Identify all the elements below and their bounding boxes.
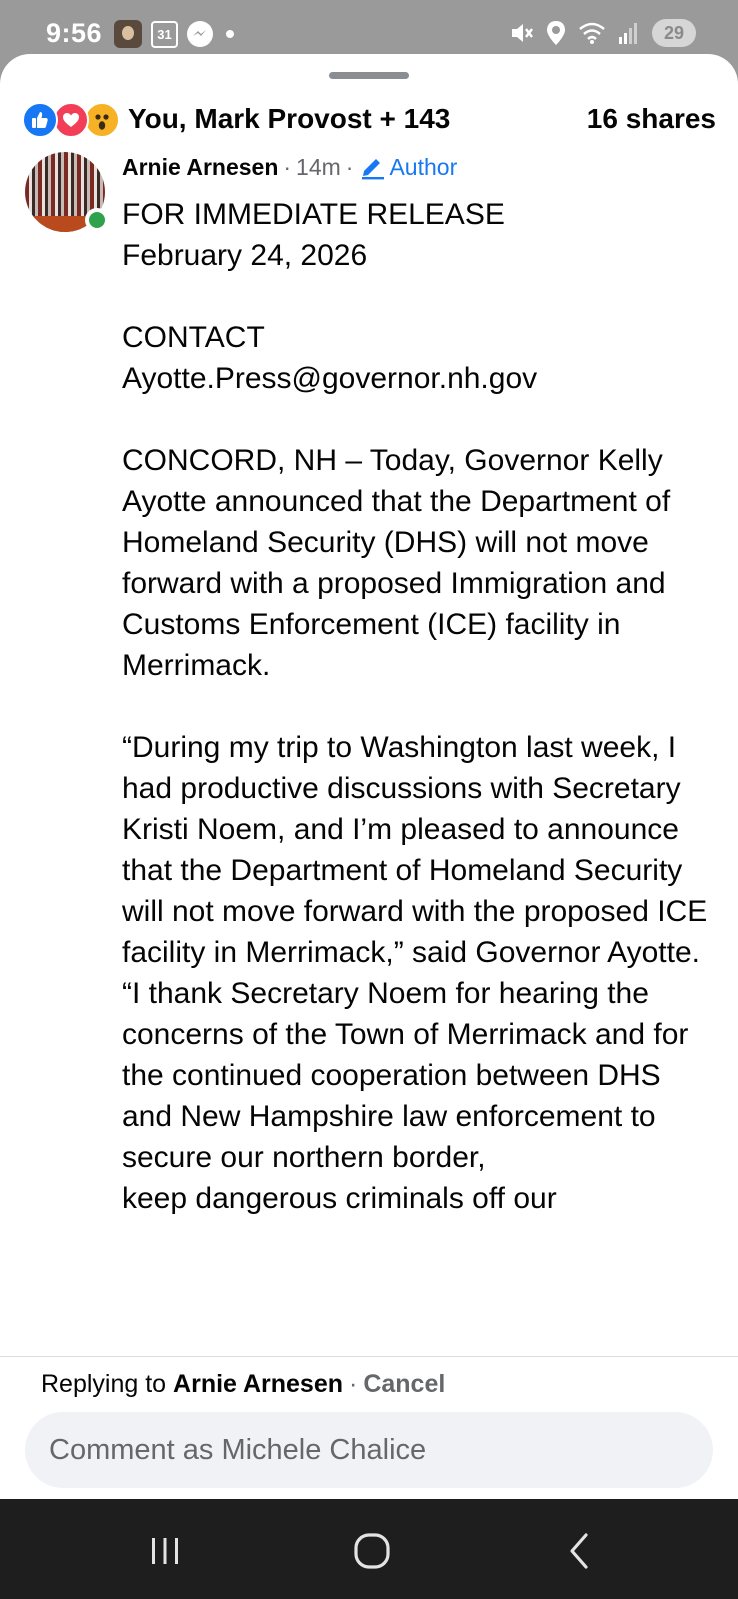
- calendar-icon: 31: [151, 20, 178, 48]
- mute-vibrate-icon: [512, 24, 533, 42]
- comment-author[interactable]: Arnie Arnesen: [122, 154, 278, 181]
- reactions-summary-row[interactable]: You, Mark Provost + 143 16 shares: [22, 100, 716, 140]
- love-icon: [53, 102, 89, 138]
- wow-icon: [84, 102, 120, 138]
- more-notifications-dot: [226, 30, 234, 38]
- wifi-icon: [579, 22, 605, 44]
- replying-to-name: Arnie Arnesen: [173, 1370, 343, 1398]
- home-button[interactable]: [342, 1529, 402, 1573]
- home-icon: [354, 1533, 390, 1569]
- recents-button[interactable]: [135, 1529, 195, 1573]
- notification-icons: 31: [114, 20, 234, 48]
- recents-icon: [152, 1538, 178, 1564]
- online-status-dot: [85, 208, 109, 232]
- comment-header: Arnie Arnesen · 14m · Author: [122, 154, 457, 181]
- composer-divider: [0, 1356, 738, 1357]
- messenger-icon: [187, 21, 213, 47]
- back-button[interactable]: [549, 1529, 609, 1573]
- like-icon: [22, 102, 58, 138]
- reaction-icons: [22, 102, 124, 138]
- app-notification-icon: [114, 20, 142, 48]
- author-badge-label: Author: [389, 154, 458, 180]
- reactions-sheet: You, Mark Provost + 143 16 shares Arnie …: [0, 54, 738, 1499]
- back-icon: [570, 1533, 588, 1569]
- location-icon: [547, 21, 565, 45]
- system-nav-bar: [0, 1499, 738, 1599]
- replying-to-bar: Replying to Arnie Arnesen · Cancel: [41, 1370, 445, 1399]
- cancel-reply-button[interactable]: Cancel: [363, 1370, 445, 1398]
- system-icons: 29: [508, 19, 696, 47]
- comment-input[interactable]: [25, 1412, 713, 1488]
- replying-to-label: Replying to: [41, 1370, 174, 1398]
- shares-count[interactable]: 16 shares: [587, 103, 716, 135]
- status-time: 9:56: [46, 18, 103, 48]
- reactors-summary[interactable]: You, Mark Provost + 143: [128, 103, 450, 135]
- meta-separator: ·: [283, 154, 292, 180]
- meta-separator: ·: [345, 154, 354, 180]
- battery-icon: 29: [652, 19, 696, 47]
- reply-separator: ·: [349, 1370, 358, 1398]
- drag-handle[interactable]: [329, 72, 409, 79]
- author-badge: Author: [360, 154, 457, 181]
- comment: Arnie Arnesen · 14m · Author FOR IMMEDIA…: [0, 152, 738, 1356]
- comment-text: FOR IMMEDIATE RELEASE February 24, 2026 …: [122, 198, 708, 1215]
- pencil-icon: [362, 158, 385, 179]
- comment-timestamp[interactable]: 14m: [296, 154, 341, 181]
- signal-icon: [619, 23, 637, 44]
